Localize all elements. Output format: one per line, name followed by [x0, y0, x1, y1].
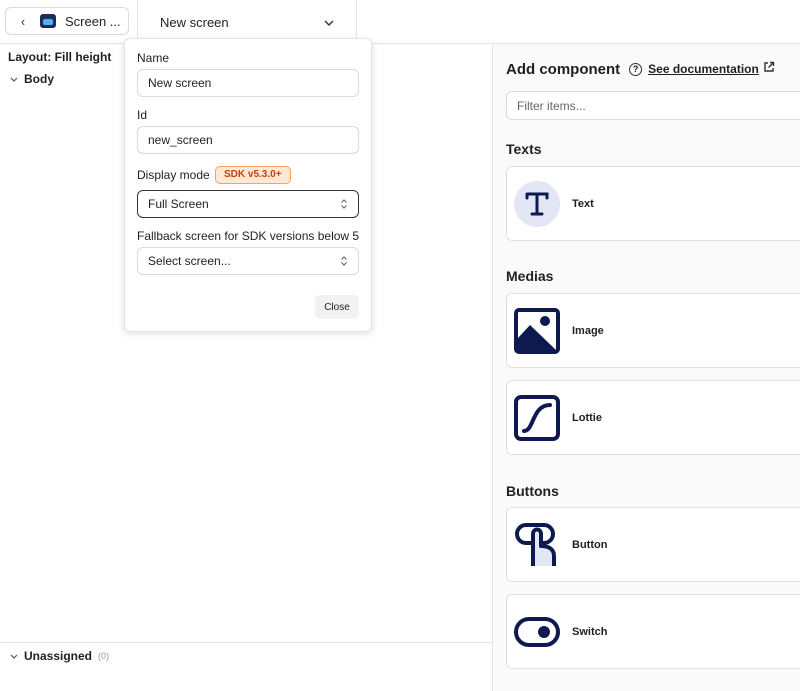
screen-select-label: New screen: [160, 14, 229, 30]
chevron-down-icon: [324, 15, 334, 29]
layout-label: Layout: Fill height: [8, 50, 112, 64]
back-button-label: Screen ...: [65, 13, 121, 29]
image-icon: [514, 307, 560, 354]
back-button[interactable]: ‹ Screen ...: [5, 7, 129, 35]
panel-title: Add component: [506, 60, 621, 78]
help-icon[interactable]: ?: [629, 62, 643, 76]
component-label: Lottie: [572, 411, 602, 424]
external-link-icon[interactable]: [763, 60, 775, 78]
unassigned-count: (0): [98, 651, 110, 661]
display-mode-value: Full Screen: [148, 197, 209, 211]
component-label: Text: [572, 197, 594, 210]
chevron-down-icon: [10, 74, 18, 84]
top-bar: ‹ Screen ... New screen: [0, 0, 800, 44]
lottie-icon: [514, 394, 560, 441]
component-card-switch[interactable]: Switch: [506, 594, 800, 669]
screen-settings-popover: Name Id Display mode SDK v5.3.0+ Full Sc…: [124, 38, 372, 332]
fallback-screen-label: Fallback screen for SDK versions below 5: [137, 229, 360, 243]
screen-thumbnail-icon: [40, 14, 56, 28]
component-panel-header: Add component ? See documentation: [506, 60, 775, 78]
filter-input[interactable]: [506, 91, 800, 120]
chevron-left-icon: ‹: [20, 13, 26, 29]
close-button[interactable]: Close: [315, 295, 359, 319]
display-mode-label: Display mode: [137, 168, 210, 182]
display-mode-select[interactable]: Full Screen: [137, 190, 359, 218]
tree-item-label: Body: [24, 72, 54, 86]
section-title-buttons: Buttons: [506, 483, 559, 499]
id-label: Id: [137, 108, 148, 122]
component-card-image[interactable]: Image: [506, 293, 800, 368]
sdk-version-badge: SDK v5.3.0+: [215, 166, 291, 184]
fallback-screen-select[interactable]: Select screen...: [137, 247, 359, 275]
section-title-texts: Texts: [506, 141, 542, 157]
section-title-medias: Medias: [506, 268, 554, 284]
switch-icon: [514, 609, 560, 655]
chevron-up-down-icon: [340, 199, 348, 209]
component-card-lottie[interactable]: Lottie: [506, 380, 800, 455]
component-label: Switch: [572, 625, 608, 638]
component-card-button[interactable]: Button: [506, 507, 800, 582]
component-label: Button: [572, 538, 608, 551]
documentation-link[interactable]: See documentation: [648, 62, 759, 76]
text-icon: [514, 180, 560, 227]
tree-item-unassigned[interactable]: Unassigned (0): [10, 649, 109, 663]
tap-button-icon: [514, 522, 560, 568]
chevron-down-icon: [10, 651, 18, 661]
fallback-screen-value: Select screen...: [148, 254, 231, 268]
chevron-up-down-icon: [340, 256, 348, 266]
name-input[interactable]: [137, 69, 359, 97]
name-label: Name: [137, 51, 170, 65]
component-card-text[interactable]: Text: [506, 166, 800, 241]
tree-item-body[interactable]: Body: [10, 72, 54, 86]
component-label: Image: [572, 324, 604, 337]
id-input[interactable]: [137, 126, 359, 154]
tree-item-label: Unassigned: [24, 649, 93, 663]
